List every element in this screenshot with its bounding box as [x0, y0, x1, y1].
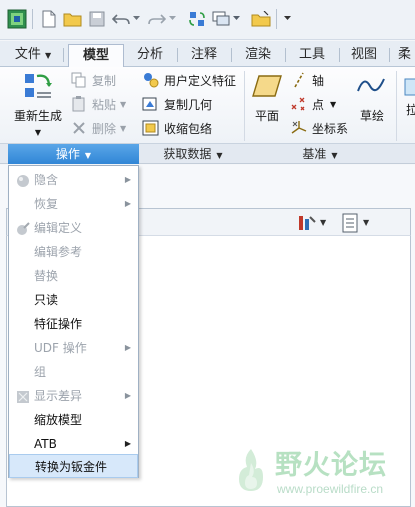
sketch-button[interactable]: 草绘	[354, 71, 390, 124]
copy-geometry-button[interactable]: 复制几何	[142, 93, 212, 115]
windows-icon[interactable]	[210, 8, 232, 30]
menu-item-feature-operations[interactable]: 特征操作	[9, 312, 138, 336]
app-logo-icon[interactable]	[6, 8, 28, 30]
save-icon[interactable]	[86, 8, 108, 30]
tab-analysis[interactable]: 分析	[126, 44, 174, 67]
submenu-arrow-icon: ▶	[124, 439, 131, 448]
sketch-icon	[355, 71, 389, 101]
open-folder-icon[interactable]	[62, 8, 84, 30]
csys-icon	[290, 119, 308, 137]
suppress-icon	[15, 173, 30, 188]
delete-button[interactable]: 删除 ▼	[70, 117, 126, 139]
group-operations[interactable]: 操作 ▼	[8, 144, 139, 164]
paste-button[interactable]: 粘贴 ▼	[70, 93, 126, 115]
regenerate-button[interactable]: 重新生成 ▼	[10, 71, 66, 138]
copy-icon	[70, 71, 88, 89]
tab-tools[interactable]: 工具	[288, 44, 336, 67]
watermark-title: 野火论坛	[275, 450, 387, 481]
menu-item-scale-model[interactable]: 缩放模型	[9, 408, 138, 432]
new-file-icon[interactable]	[38, 8, 60, 30]
watermark-url: www.proewildfire.cn	[277, 482, 384, 496]
regenerate-icon	[21, 71, 55, 101]
operations-dropdown-menu: 隐含 ▶ 恢复 ▶ 编辑定义 编辑参考 替换 只读 特征操作 UDF 操作 ▶ 组 显…	[8, 165, 139, 478]
ribbon-panel: 重新生成 ▼ 复制 粘贴 ▼ 删除 ▼ 用户定义特征 复制几何 收缩包络 平面 …	[0, 67, 415, 144]
tab-render[interactable]: 渲染	[234, 44, 282, 67]
show-settings-icon[interactable]	[340, 213, 360, 233]
submenu-arrow-icon: ▶	[124, 199, 131, 208]
watermark-logo	[239, 449, 263, 491]
menu-item-group[interactable]: 组	[9, 360, 138, 384]
delete-icon	[70, 119, 88, 137]
copy-button[interactable]: 复制	[70, 69, 116, 91]
group-datum[interactable]: 基准 ▼	[246, 144, 394, 164]
ribbon-tabs: 文件 ▼ 模型 分析 注释 渲染 工具 视图 柔	[0, 41, 415, 68]
shrinkwrap-button[interactable]: 收缩包络	[142, 117, 212, 139]
axis-icon	[290, 71, 308, 89]
menu-item-edit-definition[interactable]: 编辑定义	[9, 216, 138, 240]
tools-dropdown-icon[interactable]: ▼	[320, 218, 326, 227]
menu-item-edit-references[interactable]: 编辑参考	[9, 240, 138, 264]
shrinkwrap-icon	[142, 119, 160, 137]
menu-item-read-only[interactable]: 只读	[9, 288, 138, 312]
tab-model[interactable]: 模型	[68, 44, 124, 68]
axis-button[interactable]: 轴	[290, 69, 324, 91]
tools-icon[interactable]	[297, 213, 317, 233]
ribbon-group-bar: 操作 ▼ 获取数据 ▼ 基准 ▼	[0, 144, 415, 164]
watermark: 野火论坛 www.proewildfire.cn	[229, 443, 409, 503]
submenu-arrow-icon: ▶	[124, 343, 131, 352]
close-window-folder-icon[interactable]	[250, 8, 272, 30]
point-icon	[290, 95, 308, 113]
menu-item-atb[interactable]: ATB ▶	[9, 432, 138, 456]
undo-icon[interactable]	[110, 8, 132, 30]
extrude-icon	[402, 71, 415, 101]
extrude-button[interactable]: 拉	[402, 71, 415, 118]
point-button[interactable]: 点 ▼	[290, 93, 336, 115]
redo-dropdown-icon[interactable]	[168, 13, 176, 23]
user-defined-feature-button[interactable]: 用户定义特征	[142, 69, 236, 91]
submenu-arrow-icon: ▶	[124, 175, 131, 184]
csys-button[interactable]: 坐标系	[290, 117, 348, 139]
menu-item-convert-to-sheetmetal[interactable]: 转换为钣金件	[9, 454, 138, 478]
show-differences-icon	[15, 389, 30, 404]
quick-access-toolbar	[0, 0, 415, 40]
tab-file[interactable]: 文件 ▼	[6, 44, 60, 67]
menu-item-udf-operations[interactable]: UDF 操作 ▶	[9, 336, 138, 360]
show-dropdown-icon[interactable]: ▼	[363, 218, 369, 227]
paste-icon	[70, 95, 88, 113]
group-get-data[interactable]: 获取数据 ▼	[142, 144, 244, 164]
plane-icon	[250, 71, 284, 101]
undo-dropdown-icon[interactable]	[132, 13, 140, 23]
plane-button[interactable]: 平面	[250, 71, 284, 124]
copy-geometry-icon	[142, 95, 160, 113]
menu-item-replace[interactable]: 替换	[9, 264, 138, 288]
redo-icon[interactable]	[146, 8, 168, 30]
tab-annotate[interactable]: 注释	[180, 44, 228, 67]
menu-item-show-differences[interactable]: 显示差异 ▶	[9, 384, 138, 408]
menu-item-suppress[interactable]: 隐含 ▶	[9, 168, 138, 192]
edit-definition-icon	[15, 221, 30, 236]
submenu-arrow-icon: ▶	[124, 391, 131, 400]
tab-view[interactable]: 视图	[342, 44, 386, 67]
tab-flexible[interactable]: 柔	[394, 44, 415, 67]
regenerate-quick-icon[interactable]	[186, 8, 208, 30]
user-defined-feature-icon	[142, 71, 160, 89]
customize-toolbar-dropdown-icon[interactable]	[283, 13, 291, 23]
windows-dropdown-icon[interactable]	[232, 13, 240, 23]
menu-item-resume[interactable]: 恢复 ▶	[9, 192, 138, 216]
